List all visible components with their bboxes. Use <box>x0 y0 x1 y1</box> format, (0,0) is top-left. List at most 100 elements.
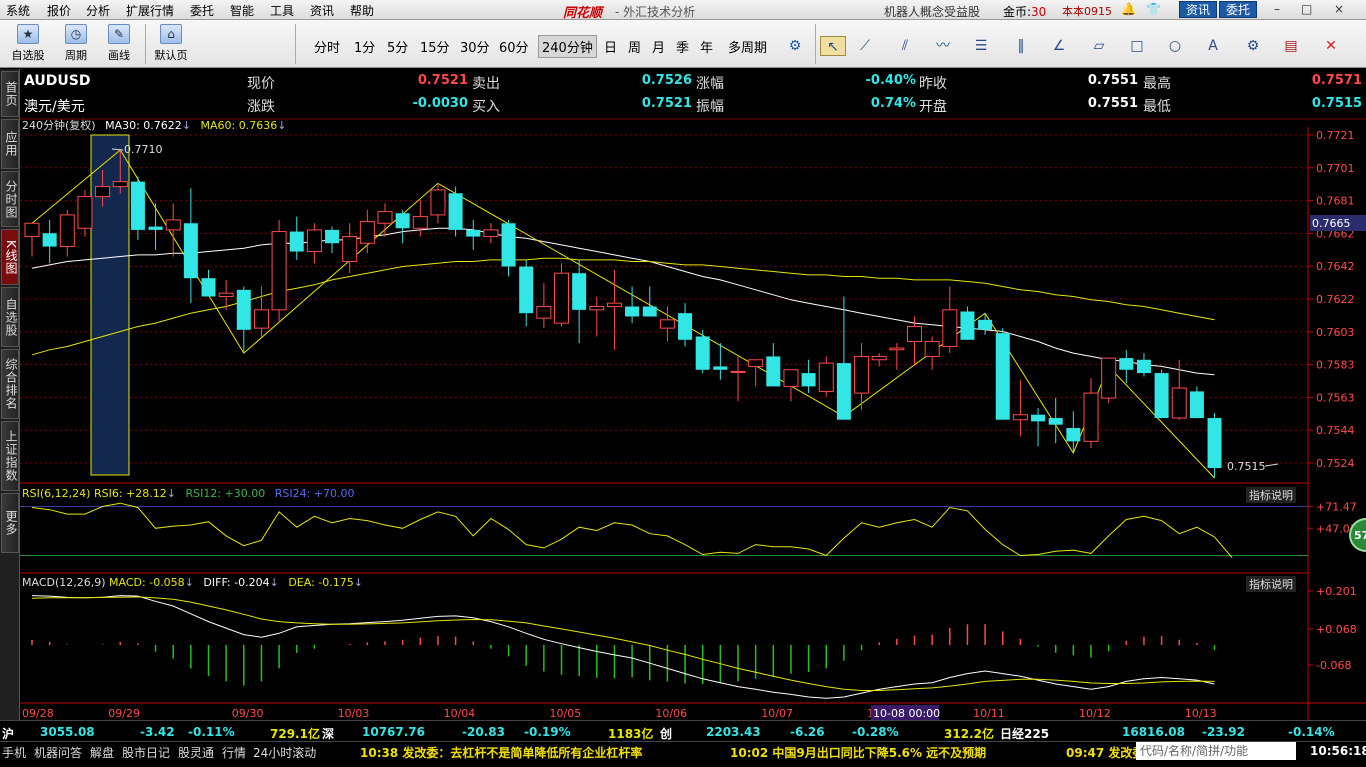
dea-line <box>31 596 1215 691</box>
rectangle-icon[interactable]: □ <box>1124 36 1150 56</box>
cycle-button[interactable]: ◷ 周期 <box>55 22 97 66</box>
rsi-help-button[interactable]: 指标说明 <box>1246 487 1296 503</box>
menu-extended-quote[interactable]: 扩展行情 <box>126 2 174 19</box>
menu-trade[interactable]: 委托 <box>190 2 214 19</box>
delete-drawing-icon[interactable]: ✕ <box>1318 36 1344 56</box>
ticker-analysis[interactable]: 解盘 <box>90 744 114 761</box>
menu-analysis[interactable]: 分析 <box>86 2 110 19</box>
period-30min[interactable]: 30分 <box>460 37 490 56</box>
draw-settings-icon[interactable]: ⚙ <box>1240 36 1266 56</box>
tab-home[interactable]: 首页 <box>1 71 19 117</box>
menu-system[interactable]: 系统 <box>6 2 30 19</box>
line-draw-icon[interactable]: ⟋ <box>852 36 878 56</box>
news-item-2[interactable]: 10:02 中国9月出口同比下降5.6% 远不及预期 <box>730 744 986 761</box>
candle-body-down <box>1066 428 1081 442</box>
candle-body-down <box>995 333 1010 420</box>
ellipse-icon[interactable]: ○ <box>1162 36 1188 56</box>
watchlist-button[interactable]: ★ 自选股 <box>7 22 49 66</box>
cursor-arrow-icon[interactable]: ↖ <box>820 36 846 56</box>
ticker-quote[interactable]: 行情 <box>222 744 246 761</box>
parallel-lines-icon[interactable]: ⫽ <box>892 36 918 56</box>
down-arrow-icon: ↓ <box>166 487 176 500</box>
macd-tick-label: +0.201 <box>1316 585 1357 598</box>
candle-body-up <box>24 222 40 238</box>
cy-value[interactable]: 2203.43 <box>706 725 761 739</box>
tab-timeshare-chart[interactable]: 分时图 <box>1 171 19 227</box>
tab-more[interactable]: 更多 <box>1 493 19 553</box>
news-item-3[interactable]: 09:47 发改委 <box>1066 744 1144 761</box>
news-button[interactable]: 资讯 <box>1179 1 1218 18</box>
minimize-button[interactable]: – <box>1274 2 1280 16</box>
default-page-button[interactable]: ⌂ 默认页 <box>150 22 192 66</box>
ticker-diary[interactable]: 股市日记 <box>122 744 170 761</box>
fibonacci-icon[interactable]: ☰ <box>968 36 994 56</box>
ticker-24h[interactable]: 24小时滚动 <box>253 744 316 761</box>
bookmark-icon[interactable]: ▤ <box>1278 36 1304 56</box>
period-quarter[interactable]: 季 <box>676 37 689 56</box>
menu-help[interactable]: 帮助 <box>350 2 374 19</box>
date-tick-label: 10/06 <box>655 707 687 720</box>
menu-smart[interactable]: 智能 <box>230 2 254 19</box>
tab-apps[interactable]: 应用 <box>1 119 19 169</box>
maximize-button[interactable]: □ <box>1301 2 1312 16</box>
date-tick-label: 10/13 <box>1185 707 1217 720</box>
channel-icon[interactable]: ▱ <box>1086 36 1112 56</box>
tab-ranking[interactable]: 综合排名 <box>1 349 19 419</box>
news-item-1[interactable]: 10:38 发改委：去杠杆不是简单降低所有企业杠杆率 <box>360 744 642 761</box>
username[interactable]: 本本0915 <box>1062 3 1112 19</box>
app-logo: 同花顺 <box>563 6 603 21</box>
candle-body-up <box>253 309 269 329</box>
code-search-input[interactable]: 代码/名称/简拼/功能 <box>1136 742 1296 760</box>
candle-body-down <box>1136 359 1151 374</box>
period-timeshare[interactable]: 分时 <box>314 37 340 56</box>
period-1min[interactable]: 1分 <box>354 37 375 56</box>
window-title: - 外汇技术分析 <box>615 5 696 19</box>
period-week[interactable]: 周 <box>628 37 641 56</box>
price-tick-label: 0.7681 <box>1316 195 1355 208</box>
kline-chart-svg[interactable]: 0.77210.77010.76810.76620.76420.76220.76… <box>20 69 1366 720</box>
trend-angle-icon[interactable]: ∠ <box>1046 36 1072 56</box>
nk-value[interactable]: 16816.08 <box>1122 725 1185 739</box>
sh-amount: 729.1亿 <box>270 727 320 741</box>
date-tick-label: 10/03 <box>338 707 370 720</box>
period-240min[interactable]: 240分钟 <box>538 35 597 58</box>
draw-button[interactable]: ✎ 画线 <box>98 22 140 66</box>
wave-line-icon[interactable]: 〰 <box>930 36 956 56</box>
close-button[interactable]: × <box>1334 2 1344 16</box>
bell-icon[interactable]: 🔔 <box>1121 2 1136 16</box>
menu-news[interactable]: 资讯 <box>310 2 334 19</box>
menu-quote[interactable]: 报价 <box>47 2 71 19</box>
date-tick-label: 09/30 <box>232 707 264 720</box>
candle-body-up <box>536 305 552 319</box>
shirt-icon[interactable]: 👕 <box>1146 2 1161 16</box>
bar-lines-icon[interactable]: ‖ <box>1008 36 1034 56</box>
toolbar: ★ 自选股 ◷ 周期 ✎ 画线 ⌂ 默认页 分时 1分 5分 15分 30分 6… <box>0 20 1366 68</box>
period-day[interactable]: 日 <box>604 37 617 56</box>
news-ticker-bar: 手机 机器问答 解盘 股市日记 股灵通 行情 24小时滚动 10:38 发改委：… <box>0 741 1366 767</box>
tab-sh-index[interactable]: 上证指数 <box>1 421 19 491</box>
period-15min[interactable]: 15分 <box>420 37 450 56</box>
period-60min[interactable]: 60分 <box>499 37 529 56</box>
ticker-qa[interactable]: 机器问答 <box>34 744 82 761</box>
settings-gear-icon[interactable]: ⚙ <box>782 36 808 56</box>
sh-value[interactable]: 3055.08 <box>40 725 95 739</box>
ticker-alert[interactable]: 股灵通 <box>178 744 214 761</box>
candle-body-down <box>183 223 198 279</box>
ticker-mobile[interactable]: 手机 <box>2 744 26 761</box>
candle-body-down <box>1207 418 1222 468</box>
period-year[interactable]: 年 <box>700 37 713 56</box>
text-tool-icon[interactable]: A <box>1200 36 1226 56</box>
period-multi[interactable]: 多周期 <box>728 37 767 56</box>
sz-value[interactable]: 10767.76 <box>362 725 425 739</box>
period-month[interactable]: 月 <box>652 37 665 56</box>
period-5min[interactable]: 5分 <box>387 37 408 56</box>
rsi12-legend: RSI12: +30.00 <box>185 487 266 500</box>
chart-area[interactable]: AUDUSD 澳元/美元 现价 0.7521 卖出 0.7526 涨幅 -0.4… <box>20 69 1366 720</box>
macd-help-button[interactable]: 指标说明 <box>1246 576 1296 592</box>
trade-button[interactable]: 委托 <box>1219 1 1258 18</box>
toolbar-divider <box>295 24 296 64</box>
tab-watchlist[interactable]: 自选股 <box>1 287 19 347</box>
menu-tools[interactable]: 工具 <box>270 2 294 19</box>
promo-link[interactable]: 机器人概念受益股 <box>884 3 980 20</box>
tab-kline-chart[interactable]: K线图 <box>1 229 19 285</box>
